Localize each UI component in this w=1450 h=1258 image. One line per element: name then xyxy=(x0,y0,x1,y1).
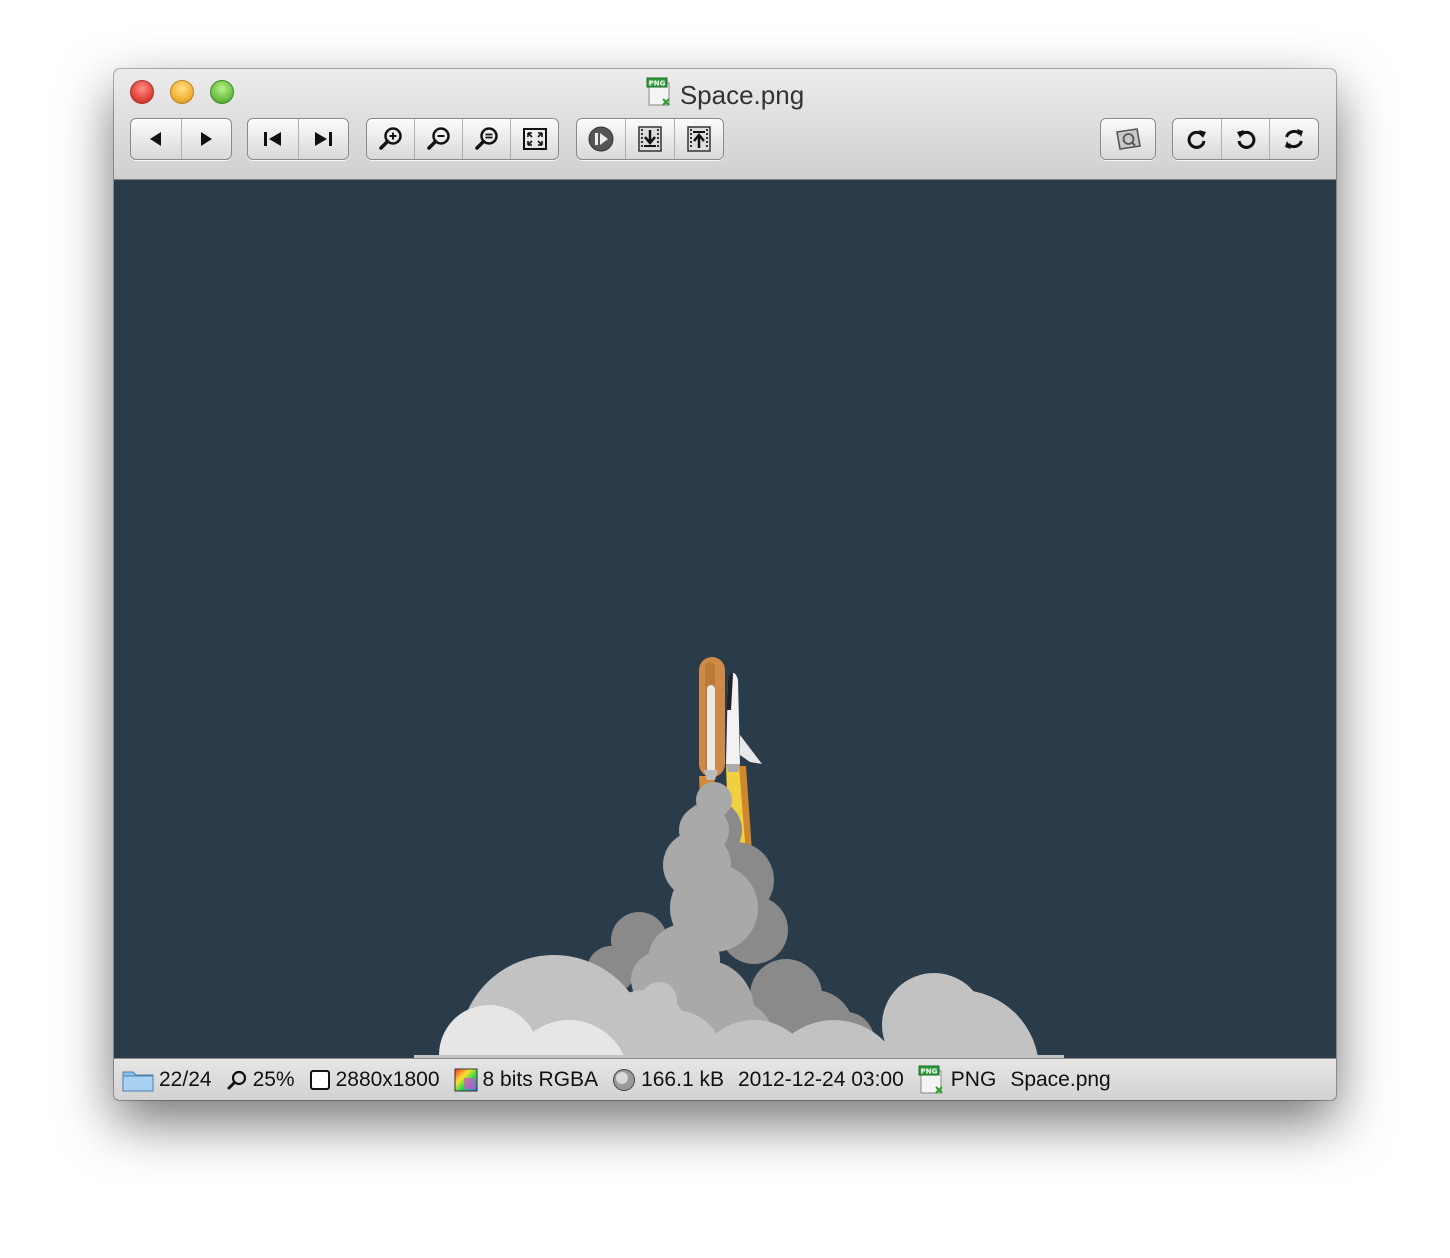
title-bar: PNG Space.png xyxy=(114,69,1336,180)
position-text: 22/24 xyxy=(159,1067,212,1091)
space-shuttle-launch-image xyxy=(114,180,1336,1058)
image-canvas[interactable] xyxy=(114,180,1336,1058)
dimensions-icon xyxy=(309,1069,330,1090)
window-title-text: Space.png xyxy=(679,80,805,111)
fullscreen-button[interactable] xyxy=(511,119,558,159)
slideshow-icon xyxy=(588,126,614,152)
file-size-text: 166.1 kB xyxy=(641,1067,724,1091)
frame-up-button[interactable] xyxy=(675,119,723,159)
navigation-group xyxy=(130,118,232,160)
slideshow-group xyxy=(576,118,724,160)
auto-rotate-button[interactable] xyxy=(1270,119,1318,159)
slideshow-button[interactable] xyxy=(577,119,626,159)
info-group xyxy=(1100,118,1156,160)
status-format: PNG PNG Space.png xyxy=(918,1065,1111,1095)
zoom-fit-icon xyxy=(474,127,498,150)
status-color-depth: 8 bits RGBA xyxy=(454,1067,599,1092)
next-icon xyxy=(201,132,213,146)
zoom-text: 25% xyxy=(252,1067,295,1091)
rotate-left-button[interactable] xyxy=(1222,119,1271,159)
magnifier-icon xyxy=(227,1070,246,1089)
zoom-in-icon xyxy=(378,127,402,150)
zoom-group xyxy=(366,118,559,160)
rotate-group xyxy=(1172,118,1319,160)
rotate-right-button[interactable] xyxy=(1173,119,1222,159)
format-text: PNG xyxy=(950,1067,997,1091)
svg-text:PNG: PNG xyxy=(648,80,665,88)
first-icon xyxy=(263,132,281,146)
status-dimensions: 2880x1800 xyxy=(309,1068,440,1092)
svg-text:PNG: PNG xyxy=(920,1067,937,1075)
auto-rotate-icon xyxy=(1285,129,1304,149)
png-file-icon: PNG xyxy=(918,1065,943,1094)
next-button[interactable] xyxy=(182,119,232,159)
frame-down-button[interactable] xyxy=(626,119,675,159)
dimensions-text: 2880x1800 xyxy=(335,1067,440,1091)
info-image-icon xyxy=(1116,128,1141,150)
png-file-icon: PNG xyxy=(646,77,672,107)
rotate-right-icon xyxy=(1187,130,1206,149)
rotate-left-icon xyxy=(1236,130,1255,149)
date-text: 2012-12-24 03:00 xyxy=(737,1067,904,1091)
folder-icon xyxy=(122,1071,154,1091)
fullscreen-icon xyxy=(522,128,547,150)
status-file-info: 166.1 kB 2012-12-24 03:00 xyxy=(612,1068,904,1092)
first-last-group xyxy=(247,118,349,160)
last-icon xyxy=(315,132,333,146)
info-image-button[interactable] xyxy=(1101,119,1155,159)
filename-text: Space.png xyxy=(1010,1067,1111,1091)
color-palette-icon xyxy=(454,1068,478,1091)
zoom-in-button[interactable] xyxy=(367,119,415,159)
status-zoom: 25% xyxy=(226,1068,295,1092)
frame-up-icon xyxy=(687,126,711,152)
previous-icon xyxy=(149,132,161,146)
last-button[interactable] xyxy=(299,119,349,159)
disk-icon xyxy=(613,1068,636,1091)
status-position: 22/24 xyxy=(122,1068,212,1092)
window-title: PNG Space.png xyxy=(114,75,1336,113)
zoom-out-button[interactable] xyxy=(415,119,463,159)
status-bar: 22/24 25% 2880x1800 8 bits RGBA 166.1 kB… xyxy=(114,1058,1336,1100)
frame-down-icon xyxy=(638,126,662,152)
first-button[interactable] xyxy=(248,119,299,159)
color-depth-text: 8 bits RGBA xyxy=(482,1067,599,1091)
zoom-fit-button[interactable] xyxy=(463,119,511,159)
previous-button[interactable] xyxy=(131,119,182,159)
viewer-window: PNG Space.png 22/24 25% 2880x1800 8 bits… xyxy=(114,69,1336,1100)
zoom-out-icon xyxy=(426,127,450,150)
